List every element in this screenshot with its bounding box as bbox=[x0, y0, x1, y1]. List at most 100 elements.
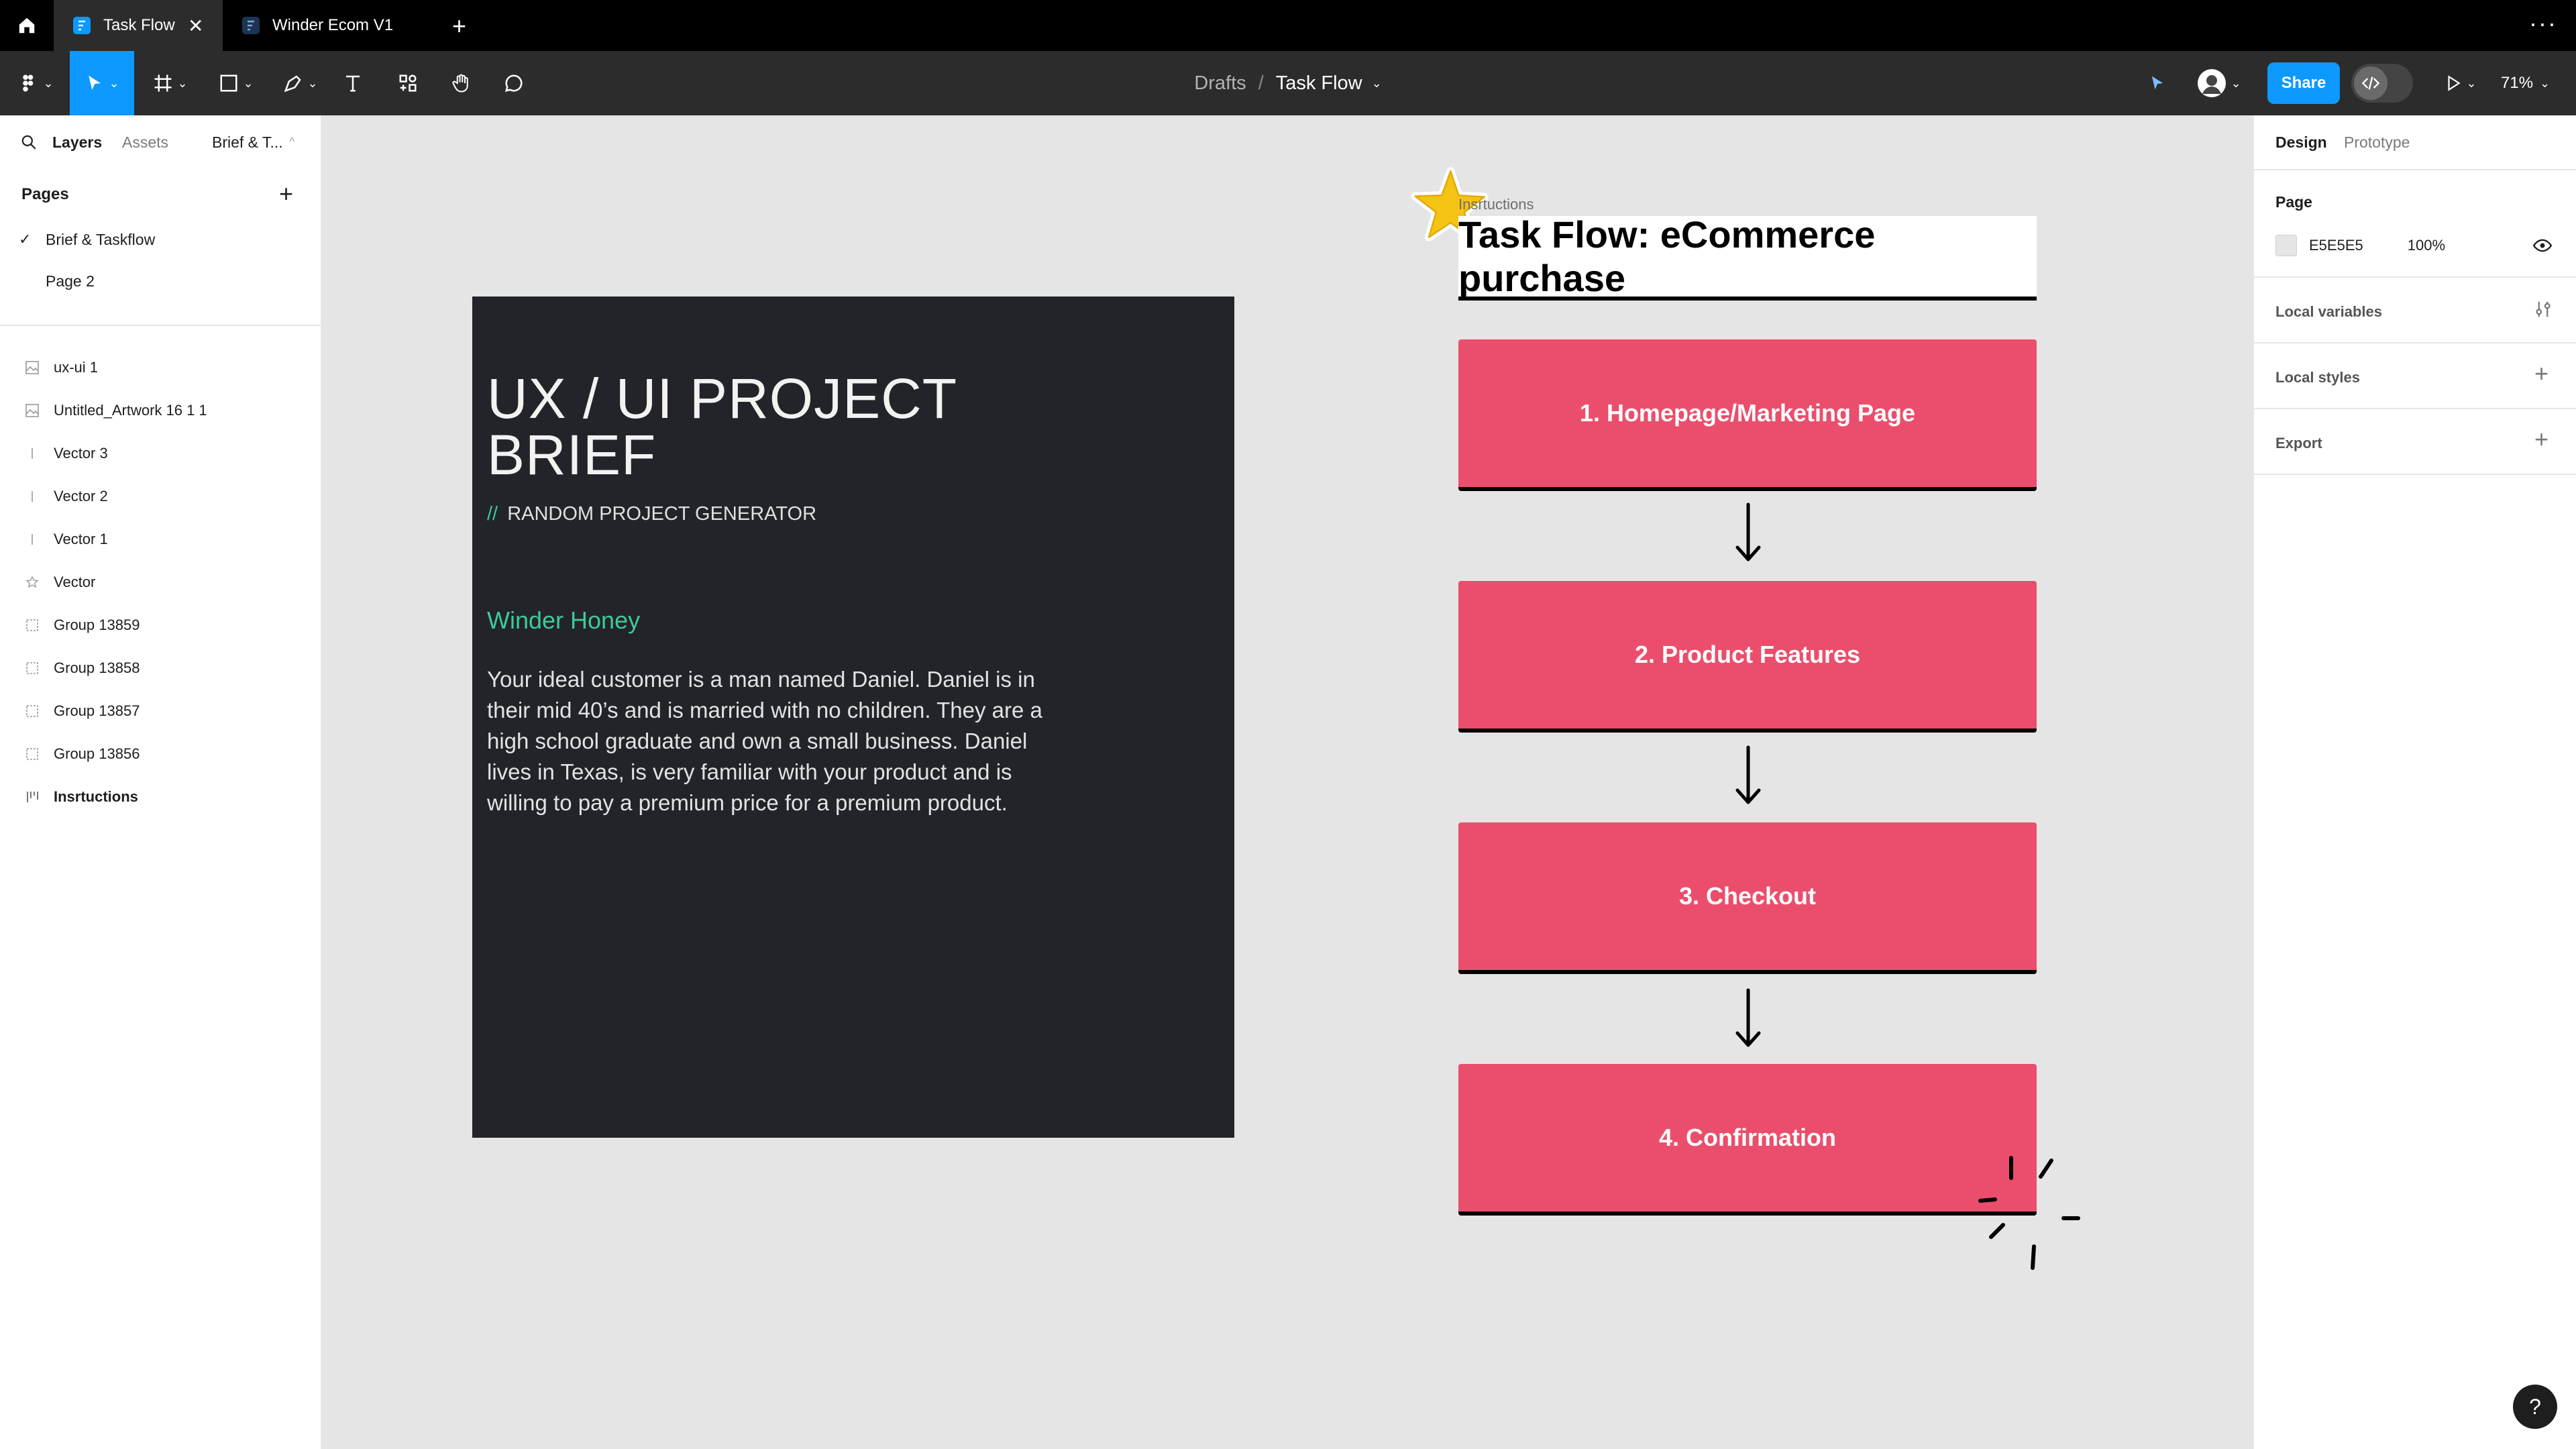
sparkle-doodle-icon[interactable] bbox=[1966, 1144, 2100, 1279]
layer-row[interactable]: Group 13856 bbox=[0, 733, 322, 775]
page-item-brief-taskflow[interactable]: ✓ Brief & Taskflow bbox=[0, 219, 322, 260]
layer-row[interactable]: Vector 1 bbox=[0, 518, 322, 561]
move-tool[interactable]: ⌄ bbox=[70, 51, 134, 115]
main-menu-icon[interactable]: ⌄ bbox=[15, 51, 58, 115]
flow-step-4[interactable]: 4. Confirmation bbox=[1458, 1064, 2037, 1216]
section-icon bbox=[19, 789, 46, 805]
arrow-down-icon[interactable] bbox=[1731, 502, 1766, 564]
dev-mode-toggle[interactable] bbox=[2351, 64, 2413, 103]
page-item-page-2[interactable]: Page 2 bbox=[0, 260, 322, 302]
left-panel-tabs: Layers Assets Brief & T... ^ bbox=[0, 115, 322, 169]
more-icon[interactable]: ··· bbox=[2529, 9, 2557, 38]
layer-label: Vector 2 bbox=[54, 488, 108, 504]
layer-row[interactable]: Group 13859 bbox=[0, 604, 322, 647]
page-switcher-label: Brief & T... bbox=[212, 133, 283, 151]
project-brief-card[interactable]: UX / UI PROJECT BRIEF // RANDOM PROJECT … bbox=[472, 297, 1234, 1138]
share-button[interactable]: Share bbox=[2267, 62, 2340, 104]
comment-tool[interactable] bbox=[498, 51, 530, 115]
tab-prototype[interactable]: Prototype bbox=[2344, 115, 2410, 169]
tab-layers[interactable]: Layers bbox=[52, 115, 102, 169]
local-styles-label[interactable]: Local styles bbox=[2275, 369, 2360, 386]
zoom-value: 71% bbox=[2501, 74, 2534, 92]
subtitle-text: RANDOM PROJECT GENERATOR bbox=[507, 503, 817, 525]
layer-label: Vector 3 bbox=[54, 445, 108, 462]
divider bbox=[2254, 342, 2576, 343]
layer-row[interactable]: Group 13857 bbox=[0, 690, 322, 733]
brief-subtitle: // RANDOM PROJECT GENERATOR bbox=[487, 503, 816, 525]
page-switcher[interactable]: Brief & T... ^ bbox=[212, 115, 294, 169]
page-color-hex[interactable]: E5E5E5 bbox=[2309, 237, 2363, 254]
rectangle-icon bbox=[219, 73, 239, 93]
home-icon[interactable] bbox=[0, 0, 54, 51]
layer-row[interactable]: ux-ui 1 bbox=[0, 346, 322, 389]
flow-title[interactable]: Task Flow: eCommerce purchase bbox=[1458, 213, 2037, 301]
arrow-down-icon[interactable] bbox=[1731, 745, 1766, 806]
tab-winder-ecom[interactable]: Winder Ecom V1 bbox=[235, 0, 436, 51]
pages-heading: Pages bbox=[21, 185, 69, 203]
group-icon bbox=[19, 746, 46, 762]
text-tool[interactable] bbox=[337, 51, 369, 115]
frame-tool[interactable]: ⌄ bbox=[145, 51, 196, 115]
tab-assets[interactable]: Assets bbox=[122, 115, 168, 169]
divider bbox=[2254, 408, 2576, 409]
checkmark-icon: ✓ bbox=[19, 231, 32, 248]
hand-tool[interactable] bbox=[445, 51, 478, 115]
add-export-icon[interactable]: + bbox=[2534, 425, 2548, 453]
flow-step-1[interactable]: 1. Homepage/Marketing Page bbox=[1458, 339, 2037, 491]
line-icon bbox=[19, 488, 46, 504]
resources-tool[interactable] bbox=[392, 51, 424, 115]
page-opacity[interactable]: 100% bbox=[2408, 237, 2445, 254]
layer-row[interactable]: Group 13858 bbox=[0, 647, 322, 690]
tab-label: Winder Ecom V1 bbox=[272, 16, 394, 34]
layer-row[interactable]: Untitled_Artwork 16 1 1 bbox=[0, 389, 322, 432]
eye-icon[interactable] bbox=[2532, 236, 2553, 255]
layer-label: Group 13859 bbox=[54, 616, 140, 633]
brand-name: Winder Honey bbox=[487, 606, 641, 634]
local-variables-label[interactable]: Local variables bbox=[2275, 303, 2382, 321]
multiplayer-cursor-toggle[interactable] bbox=[2140, 51, 2175, 115]
add-style-icon[interactable]: + bbox=[2534, 360, 2548, 388]
figma-file-icon bbox=[72, 16, 91, 35]
present-button[interactable]: ⌄ bbox=[2436, 51, 2485, 115]
layer-label: Group 13857 bbox=[54, 702, 140, 719]
page-item-label: Page 2 bbox=[46, 272, 95, 290]
image-icon bbox=[19, 402, 46, 419]
zoom-menu[interactable]: 71% ⌄ bbox=[2501, 51, 2550, 115]
divider bbox=[2254, 474, 2576, 475]
user-avatar-menu[interactable]: ⌄ bbox=[2191, 51, 2247, 115]
breadcrumb-drafts[interactable]: Drafts bbox=[1194, 72, 1246, 95]
flow-step-3[interactable]: 3. Checkout bbox=[1458, 822, 2037, 974]
chevron-down-icon[interactable]: ⌄ bbox=[1372, 76, 1382, 91]
add-page-icon[interactable]: + bbox=[279, 180, 293, 208]
layer-row[interactable]: Vector bbox=[0, 561, 322, 604]
layer-label: Group 13858 bbox=[54, 659, 140, 676]
layer-label: Insrtuctions bbox=[54, 788, 138, 805]
pen-tool[interactable]: ⌄ bbox=[275, 51, 326, 115]
tab-task-flow[interactable]: Task Flow ✕ bbox=[54, 0, 223, 51]
brief-title: UX / UI PROJECT BRIEF bbox=[487, 367, 957, 486]
layer-row[interactable]: Vector 3 bbox=[0, 432, 322, 475]
layer-row[interactable]: Insrtuctions bbox=[0, 775, 322, 818]
arrow-down-icon[interactable] bbox=[1731, 987, 1766, 1049]
subtitle-prefix: // bbox=[487, 503, 498, 525]
export-label[interactable]: Export bbox=[2275, 435, 2322, 452]
group-icon bbox=[19, 617, 46, 633]
tab-design[interactable]: Design bbox=[2275, 115, 2327, 169]
flow-step-2[interactable]: 2. Product Features bbox=[1458, 581, 2037, 733]
layer-row[interactable]: Vector 2 bbox=[0, 475, 322, 518]
design-panel: Design Prototype Page E5E5E5 100% Local … bbox=[2253, 115, 2576, 1449]
layer-label: Untitled_Artwork 16 1 1 bbox=[54, 402, 207, 419]
comment-icon bbox=[504, 73, 524, 93]
help-button[interactable]: ? bbox=[2513, 1385, 2557, 1429]
cursor-icon bbox=[2148, 74, 2167, 93]
search-icon[interactable] bbox=[20, 115, 38, 169]
new-tab-icon[interactable]: + bbox=[452, 12, 466, 40]
section-label[interactable]: Insrtuctions bbox=[1458, 196, 1534, 213]
hand-icon bbox=[451, 73, 472, 93]
file-name[interactable]: Task Flow bbox=[1276, 72, 1362, 95]
page-color-row[interactable]: E5E5E5 100% bbox=[2275, 235, 2445, 256]
variables-icon[interactable] bbox=[2533, 299, 2553, 319]
shape-tool[interactable]: ⌄ bbox=[211, 51, 262, 115]
color-swatch[interactable] bbox=[2275, 235, 2297, 256]
close-icon[interactable]: ✕ bbox=[188, 15, 203, 37]
